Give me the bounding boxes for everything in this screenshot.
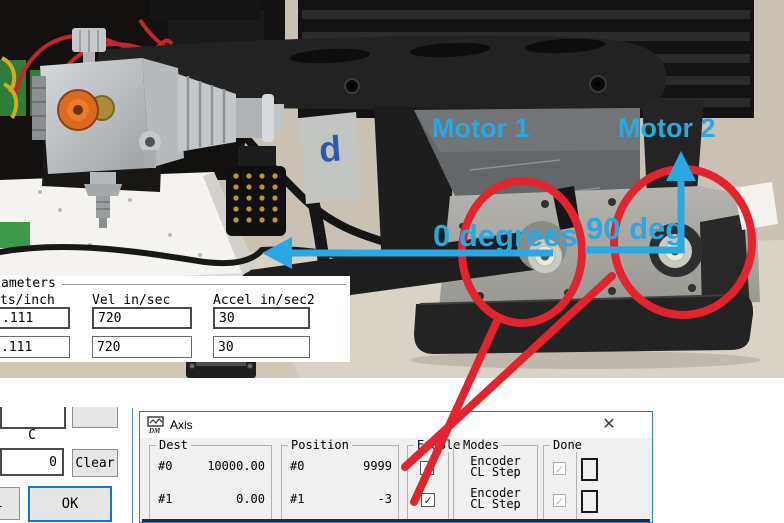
axis-dialog-titlebar: DM Axis ✕ bbox=[140, 412, 652, 438]
counts-input-axis0[interactable] bbox=[0, 307, 70, 329]
header-accel: Accel in/sec2 bbox=[213, 293, 315, 308]
done-group: Done ✓ ✓ bbox=[543, 445, 577, 523]
clear-button[interactable]: Clear bbox=[72, 449, 118, 477]
dest-group-label: Dest bbox=[156, 438, 191, 452]
close-icon[interactable]: ✕ bbox=[592, 414, 626, 436]
logo-letter-d: d bbox=[318, 128, 343, 170]
accel-input-axis0[interactable] bbox=[213, 307, 310, 329]
counts-input-axis1[interactable] bbox=[0, 336, 70, 358]
dest-axis-id-1: #1 bbox=[158, 492, 172, 506]
screen: d bbox=[0, 0, 784, 523]
right-checkbox-axis1[interactable] bbox=[581, 490, 598, 513]
parameters-group-label: ameters bbox=[1, 276, 56, 291]
dest-axis-id-0: #0 bbox=[158, 459, 172, 473]
axis-dialog: DM Axis ✕ Dest #0 10000.00 #1 0.00 Posit… bbox=[139, 411, 653, 523]
ok-button[interactable]: OK bbox=[28, 486, 112, 522]
base-shadow bbox=[410, 351, 760, 369]
groupbox-line bbox=[62, 284, 346, 285]
right-checkbox-axis0[interactable] bbox=[581, 458, 598, 481]
done-checkbox-axis0: ✓ bbox=[553, 462, 566, 475]
position-value-0: 9999 bbox=[363, 459, 392, 473]
bottom-fitting bbox=[90, 172, 116, 184]
logo-box: d bbox=[300, 112, 362, 204]
dest-value-1: 0.00 bbox=[236, 492, 265, 506]
partial-button[interactable] bbox=[72, 407, 118, 428]
vel-input-axis0[interactable] bbox=[92, 307, 192, 329]
bottom-dark-strip bbox=[142, 519, 650, 522]
position-group: Position #0 9999 #1 -3 bbox=[281, 445, 399, 523]
modes-group-label: Modes bbox=[460, 438, 502, 452]
enable-checkbox-axis0[interactable]: ✓ bbox=[420, 461, 434, 475]
mode-axis0: Encoder CL Step bbox=[454, 456, 537, 478]
mode-axis1: Encoder CL Step bbox=[454, 488, 537, 510]
value-input[interactable] bbox=[0, 448, 64, 476]
accel-input-axis1[interactable] bbox=[213, 336, 310, 358]
parameters-panel: ameters ts/inch Vel in/sec Accel in/sec2 bbox=[0, 276, 350, 362]
dest-group: Dest #0 10000.00 #1 0.00 bbox=[149, 445, 272, 523]
header-vel: Vel in/sec bbox=[92, 293, 170, 308]
vel-input-axis1[interactable] bbox=[92, 336, 192, 358]
green-connector bbox=[0, 222, 30, 248]
dest-value-0: 10000.00 bbox=[207, 459, 265, 473]
position-value-1: -3 bbox=[378, 492, 392, 506]
position-group-label: Position bbox=[288, 438, 352, 452]
modes-group: Modes Encoder CL Step Encoder CL Step En… bbox=[453, 445, 538, 523]
enable-checkbox-axis1[interactable]: ✓ bbox=[421, 493, 435, 507]
axis-dialog-title: Axis bbox=[170, 418, 193, 432]
enable-group: Enable ✓ ✓ bbox=[407, 445, 449, 523]
done-group-label: Done bbox=[550, 438, 585, 452]
motor2-hub bbox=[649, 223, 703, 277]
partial-input-field[interactable] bbox=[0, 407, 66, 429]
background-window-edge bbox=[132, 408, 133, 523]
cancel-button-partial[interactable]: el bbox=[0, 487, 20, 520]
header-counts-per-inch: ts/inch bbox=[0, 293, 55, 308]
svg-text:DM: DM bbox=[148, 427, 161, 434]
c-label: C bbox=[0, 428, 64, 443]
dm-app-icon: DM bbox=[147, 416, 164, 434]
position-axis-id-0: #0 bbox=[290, 459, 304, 473]
position-axis-id-1: #1 bbox=[290, 492, 304, 506]
done-checkbox-axis1: ✓ bbox=[553, 494, 566, 507]
